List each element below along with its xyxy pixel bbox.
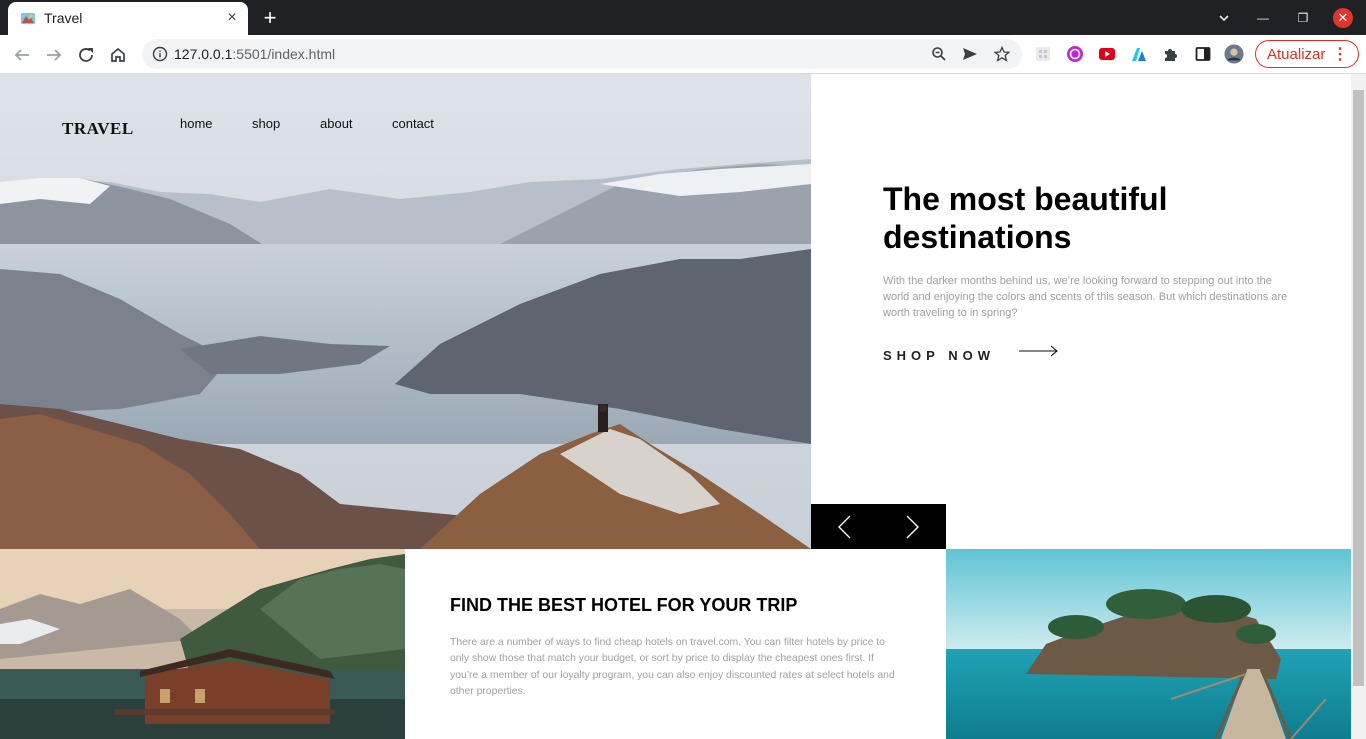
shop-now-link[interactable]: SHOP NOW [883,348,995,363]
tab-search-icon[interactable] [1214,8,1234,28]
site-logo[interactable]: TRAVEL [62,119,134,139]
video-extension-icon[interactable] [1097,44,1117,64]
address-bar[interactable]: 127.0.0.1:5501/index.html [142,39,1022,69]
nav-about[interactable]: about [320,116,353,131]
a-extension-icon[interactable] [1129,44,1149,64]
page-scrollbar[interactable] [1351,74,1366,739]
puzzle-extensions-icon[interactable] [1161,44,1181,64]
browser-toolbar: 127.0.0.1:5501/index.html Atualizar ⋮ [0,35,1366,74]
hero-content: The most beautiful destinations With the… [811,74,1351,549]
nav-home[interactable]: home [180,116,213,131]
browser-tab[interactable]: Travel × [8,2,248,35]
hero-title: The most beautiful destinations [883,181,1168,255]
site-info-icon[interactable] [152,46,168,62]
hero-description: With the darker months behind us, we’re … [883,275,1288,319]
window-close-button[interactable]: ✕ [1333,8,1353,28]
page-viewport: TRAVEL home shop about contact The most … [0,74,1366,739]
restore-button[interactable]: ❐ [1293,8,1313,28]
browser-menu-icon[interactable]: ⋮ [1332,44,1348,64]
zoom-icon[interactable] [930,45,948,63]
cabin-lake-image [0,549,405,739]
tab-title: Travel [44,10,83,26]
new-tab-button[interactable]: + [258,5,282,30]
tab-close-icon[interactable]: × [222,8,242,28]
minimize-button[interactable]: — [1253,8,1273,28]
back-arrow-icon[interactable] [10,43,34,67]
update-button[interactable]: Atualizar ⋮ [1255,40,1359,68]
reload-icon[interactable] [74,43,98,67]
nav-shop[interactable]: shop [252,116,280,131]
update-label: Atualizar [1267,45,1326,63]
travel-favicon-icon [21,13,35,24]
island-pier-image [946,549,1351,739]
send-icon[interactable] [961,45,979,63]
nav-contact[interactable]: contact [392,116,434,131]
profile-avatar[interactable] [1224,44,1244,64]
hotel-description: There are a number of ways to find cheap… [450,637,895,697]
slider-controls [811,504,946,549]
hero-image [0,74,811,549]
side-panel-icon[interactable] [1193,44,1213,64]
chevron-right-icon[interactable] [900,514,924,540]
bookmark-star-icon[interactable] [993,45,1011,63]
chevron-left-icon[interactable] [833,514,857,540]
forward-arrow-icon[interactable] [42,43,66,67]
right-arrow-icon[interactable] [1019,344,1059,358]
hotel-section: FIND THE BEST HOTEL FOR YOUR TRIP There … [405,549,946,739]
scrollbar-thumb[interactable] [1353,90,1364,686]
lr-extension-icon[interactable] [1065,44,1085,64]
tab-strip: Travel × + — ❐ ✕ [0,0,1366,35]
extension-grid-icon[interactable] [1033,44,1053,64]
hotel-title: FIND THE BEST HOTEL FOR YOUR TRIP [450,595,798,615]
url-text: 127.0.0.1:5501/index.html [174,46,336,62]
home-icon[interactable] [106,43,130,67]
